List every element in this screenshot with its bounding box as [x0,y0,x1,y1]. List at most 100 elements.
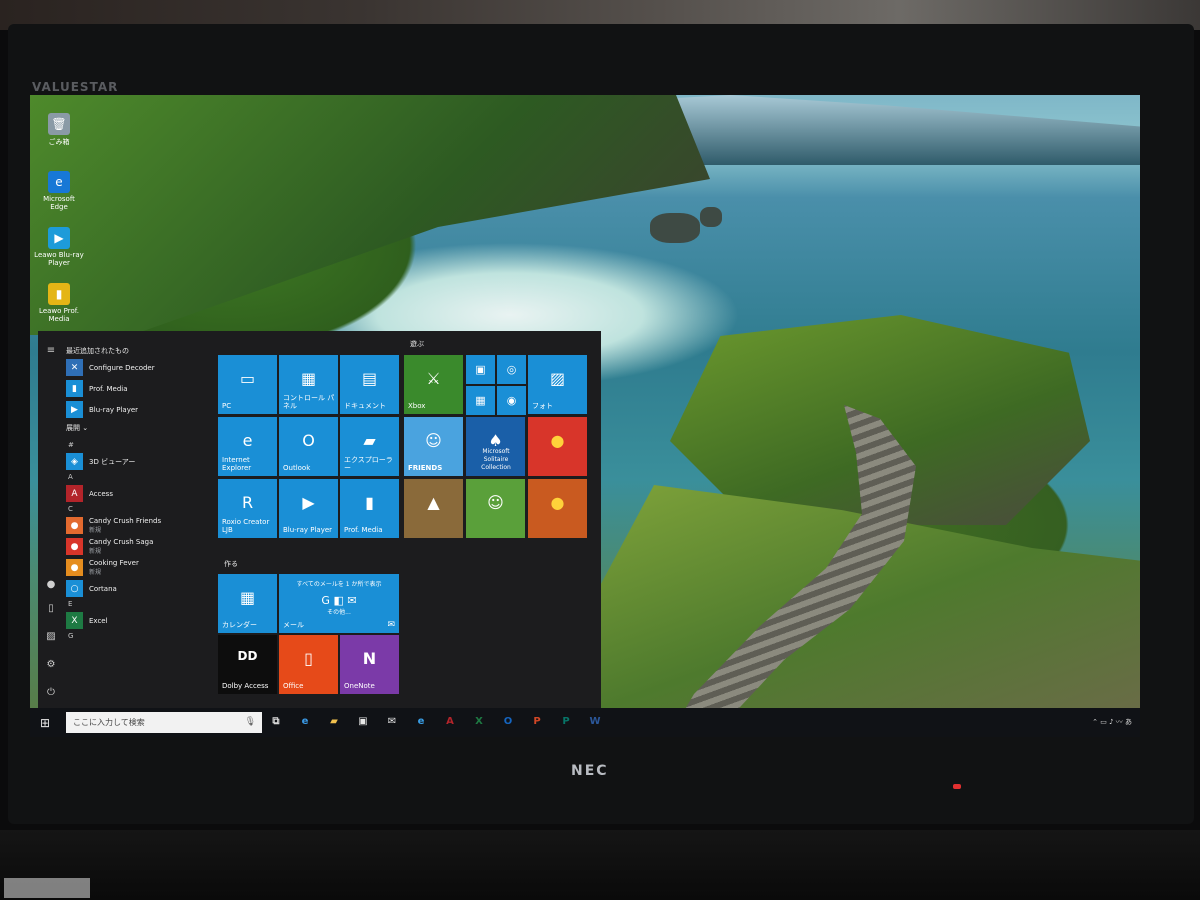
outlook-icon[interactable]: O [500,714,516,730]
candy-friends-icon: ☺ [425,431,442,450]
powerpoint-icon[interactable]: P [529,714,545,730]
tile-photos[interactable]: ▨ フォト [528,355,587,414]
app-list-item[interactable]: ▮ Prof. Media [66,378,216,399]
tile-solitaire[interactable]: ♠ Microsoft Solitaire Collection [466,417,525,476]
section-letter[interactable]: # [66,440,216,451]
user-avatar-icon[interactable]: ● [45,579,57,591]
app-label: Candy Crush Saga [89,538,154,546]
tile-icon: O [302,431,315,450]
camera-icon[interactable]: ◉ [497,386,526,415]
mail-tile-title: すべてのメールを 1 か所で表示 [296,581,382,588]
movies-icon[interactable]: ▣ [466,355,495,384]
edge-icon: e [48,171,70,193]
app-list-item[interactable]: ● Candy Crush Friends 新規 [66,515,216,536]
tile-office[interactable]: ▯ Office [279,635,338,694]
tile-label: Xbox [408,402,426,410]
tile-label: Prof. Media [344,526,383,534]
app-list-item[interactable]: ○ Cortana [66,578,216,599]
desktop-icon-label: ごみ箱 [48,138,70,146]
app-label: Cortana [89,584,117,593]
app-list-item[interactable]: X Excel [66,610,216,631]
tile-pc[interactable]: ▭ PC [218,355,277,414]
access-icon[interactable]: A [442,714,458,730]
tile-prof-media[interactable]: ▮ Prof. Media [340,479,399,538]
desktop-icon[interactable]: 🗑 ごみ箱 [34,113,84,147]
section-letter[interactable]: G [66,631,216,642]
power-icon[interactable]: ⏻ [45,687,57,699]
tile-xbox[interactable]: ⚔ Xbox [404,355,463,414]
document-icon[interactable]: ▯ [45,603,57,615]
app-new-badge: 新規 [89,569,102,576]
tile-calendar[interactable]: ▦ カレンダー [218,574,277,633]
tile-explorer[interactable]: ▰ エクスプローラー [340,417,399,476]
calendar-icon: ▦ [239,588,256,607]
tile-label: コントロール パネル [283,394,335,410]
desktop-icon[interactable]: ▶ Leawo Blu-ray Player [34,227,84,267]
tile-label: フォト [532,402,553,410]
windows-start-icon[interactable]: ⊞ [40,716,54,730]
settings-icon[interactable]: ⚙ [45,659,57,671]
hamburger-icon[interactable]: ≡ [45,345,57,357]
app-list-item[interactable]: ▶ Blu-ray Player [66,399,216,420]
app-icon: ● [66,538,83,555]
task-view-icon[interactable]: ⧉ [268,714,284,730]
explorer-icon[interactable]: ▰ [326,714,342,730]
app-label: Cooking Fever [89,559,139,567]
desk-surface [0,830,1200,900]
microphone-icon[interactable]: 🎙 [245,712,256,733]
tile-gardenscapes[interactable]: ☺ [466,479,525,538]
word-icon[interactable]: W [587,714,603,730]
section-letter[interactable]: E [66,599,216,610]
store-icon[interactable]: ▣ [355,714,371,730]
app-list-item[interactable]: ● Cooking Fever 新規 [66,557,216,578]
app-list-item[interactable]: ◈ 3D ビューアー [66,451,216,472]
app-list: 最近追加されたもの ✕ Configure Decoder ▮ Prof. Media… [66,345,216,642]
tile-game[interactable]: ▲ [404,479,463,538]
tile-label: FRIENDS [408,464,443,472]
monitor-brand-top: VALUESTAR [32,80,119,94]
pictures-icon[interactable]: ▨ [45,631,57,643]
section-letter[interactable]: C [66,504,216,515]
tile-candy-crush-friends[interactable]: ☺ FRIENDS [404,417,463,476]
tile-candy-crush-saga[interactable]: ● [528,417,587,476]
tile-outlook[interactable]: O Outlook [279,417,338,476]
tile-onenote[interactable]: N OneNote [340,635,399,694]
tile-icon: e [242,431,253,450]
ie-icon[interactable]: e [413,714,429,730]
tile-icon: ▮ [365,493,374,512]
app-list-item[interactable]: ● Candy Crush Saga 新規 [66,536,216,557]
expand-link[interactable]: 展開 ⌄ [66,422,216,434]
desktop-icon-label: Leawo Prof. Media [39,307,79,323]
tile-dolby-access[interactable]: DD Dolby Access [218,635,277,694]
mail-icon: ✉ [387,620,395,630]
recent-header: 最近追加されたもの [66,347,129,355]
app-list-item[interactable]: A Access [66,483,216,504]
mail-icon[interactable]: ✉ [384,714,400,730]
tile-documents[interactable]: ▤ ドキュメント [340,355,399,414]
publisher-icon[interactable]: P [558,714,574,730]
desktop-icon[interactable]: ▮ Leawo Prof. Media [34,283,84,323]
calculator-icon[interactable]: ▦ [466,386,495,415]
taskbar-search-box[interactable]: ここに入力して検索 🎙 [66,712,262,733]
section-letter[interactable]: A [66,472,216,483]
tile-internet-explorer[interactable]: e Internet Explorer [218,417,277,476]
candy-crush-icon: ● [550,431,565,450]
tile-mail[interactable]: すべてのメールを 1 か所で表示 G ◧ ✉ その他... メール ✉ [279,574,399,633]
excel-icon[interactable]: X [471,714,487,730]
system-tray[interactable]: ⌃ ▭ ♪ 〰 あ [1092,714,1132,730]
app-list-item[interactable]: ✕ Configure Decoder [66,357,216,378]
edge-icon[interactable]: e [297,714,313,730]
desktop-icon[interactable]: e Microsoft Edge [34,171,84,211]
tile-bluray-player[interactable]: ▶ Blu-ray Player [279,479,338,538]
tile-label: OneNote [344,682,375,690]
sticker [4,878,90,898]
tile-label: ドキュメント [344,402,386,410]
app-new-badge: 新規 [89,548,102,555]
app-label: Access [89,489,113,498]
tile-cooking-fever[interactable]: ● [528,479,587,538]
taskbar: ⊞ ここに入力して検索 🎙 ⧉ e ▰ ▣ ✉ e A X O P P W ⌃ ▭ ♪ 〰 あ [30,708,1140,737]
groove-icon[interactable]: ◎ [497,355,526,384]
tile-control-panel[interactable]: ▦ コントロール パネル [279,355,338,414]
tile-roxio-creator[interactable]: R Roxio Creator LJB [218,479,277,538]
app-icon: ▶ [66,401,83,418]
